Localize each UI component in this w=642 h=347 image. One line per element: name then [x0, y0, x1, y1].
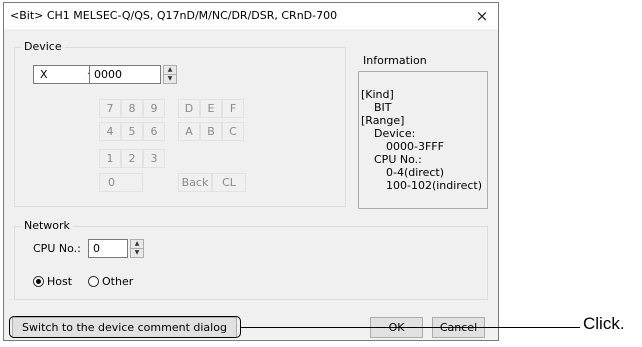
info-range-heading: [Range]: [361, 114, 405, 127]
key-0[interactable]: 0: [99, 173, 143, 192]
spin-up-icon[interactable]: ▲: [164, 66, 176, 75]
cpu-no-label: CPU No.:: [33, 242, 81, 255]
other-radio-label[interactable]: Other: [102, 275, 133, 288]
info-device-label: Device:: [374, 127, 416, 140]
key-f[interactable]: F: [222, 99, 244, 118]
button-highlight-frame: [9, 316, 241, 338]
close-icon[interactable]: ×: [472, 6, 492, 26]
key-1[interactable]: 1: [99, 149, 121, 168]
title-bar: <Bit> CH1 MELSEC-Q/QS, Q17nD/M/NC/DR/DSR…: [4, 3, 498, 29]
info-cpu-direct: 0-4(direct): [386, 166, 444, 179]
key-d[interactable]: D: [178, 99, 200, 118]
device-number-spinner[interactable]: ▲ ▼: [163, 65, 177, 84]
device-group-label: Device: [21, 40, 65, 53]
network-group: Network: [14, 219, 488, 300]
callout-leader-line: [241, 327, 580, 328]
host-radio[interactable]: [33, 276, 44, 287]
cpu-no-value: 0: [93, 242, 100, 255]
other-radio[interactable]: [88, 276, 99, 287]
key-7[interactable]: 7: [99, 99, 121, 118]
spin-down-icon[interactable]: ▼: [131, 249, 143, 257]
network-group-label: Network: [21, 219, 73, 232]
info-device-range: 0000-3FFF: [386, 140, 444, 153]
key-2[interactable]: 2: [121, 149, 143, 168]
information-panel: [Kind] BIT [Range] Device: 0000-3FFF CPU…: [358, 71, 488, 209]
key-clear[interactable]: CL: [212, 173, 246, 192]
callout-label: Click.: [583, 314, 625, 333]
device-number-input[interactable]: 0000: [89, 65, 161, 84]
device-type-value: X: [40, 68, 48, 81]
window-title: <Bit> CH1 MELSEC-Q/QS, Q17nD/M/NC/DR/DSR…: [10, 9, 338, 22]
radio-selected-dot: [36, 279, 41, 284]
info-cpu-label: CPU No.:: [374, 153, 422, 166]
device-number-value: 0000: [94, 68, 122, 81]
info-kind-heading: [Kind]: [361, 88, 394, 101]
cpu-no-input[interactable]: 0: [88, 239, 128, 258]
key-3[interactable]: 3: [143, 149, 165, 168]
key-c[interactable]: C: [222, 122, 244, 141]
information-label: Information: [363, 54, 427, 67]
info-cpu-indirect: 100-102(indirect): [386, 179, 483, 192]
key-6[interactable]: 6: [143, 122, 165, 141]
spin-up-icon[interactable]: ▲: [131, 240, 143, 249]
key-4[interactable]: 4: [99, 122, 121, 141]
key-back[interactable]: Back: [178, 173, 212, 192]
host-radio-label[interactable]: Host: [47, 275, 72, 288]
info-kind-value: BIT: [374, 101, 392, 114]
key-a[interactable]: A: [178, 122, 200, 141]
key-8[interactable]: 8: [121, 99, 143, 118]
key-e[interactable]: E: [200, 99, 222, 118]
key-9[interactable]: 9: [143, 99, 165, 118]
cpu-no-spinner[interactable]: ▲ ▼: [130, 239, 144, 258]
key-5[interactable]: 5: [121, 122, 143, 141]
key-b[interactable]: B: [200, 122, 222, 141]
spin-down-icon[interactable]: ▼: [164, 75, 176, 83]
